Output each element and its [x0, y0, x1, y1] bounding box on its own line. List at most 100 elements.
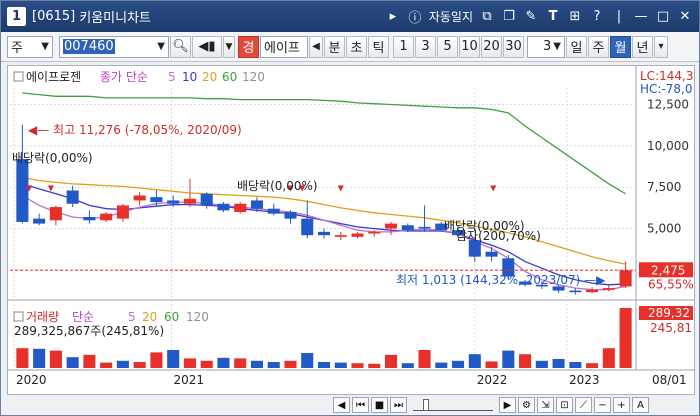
interval-10[interactable]: 10: [459, 35, 480, 58]
gear-icon: ⚙: [522, 399, 531, 411]
volume-ma-label: 단순: [72, 310, 94, 324]
candle-body: [100, 213, 113, 221]
legend-ma-period: 120: [242, 70, 265, 84]
zoom-slider[interactable]: [413, 399, 493, 411]
auto-icon: A: [637, 399, 644, 411]
grid-icon[interactable]: ⊞: [567, 9, 583, 25]
legend-ma-label: 종가 단순: [100, 70, 148, 84]
fit-icon: ⊡: [560, 399, 569, 411]
right-arrow-icon: ▶: [503, 399, 512, 411]
candle-body: [334, 235, 347, 237]
auto-lock-label[interactable]: 자동일지: [429, 8, 473, 25]
stock-code-value: 007460: [63, 39, 115, 54]
chart-toolbar: 주 ▼ 007460 ▼ 🔍︎ ◀▮ ▼ 경 에이프 ◀ 분 초 틱 1 3 5…: [1, 32, 699, 62]
period-day[interactable]: 일: [566, 35, 587, 58]
chevron-down-icon: ▼: [157, 41, 165, 52]
interval-30[interactable]: 30: [503, 35, 524, 58]
prev-stock-button[interactable]: ◀: [309, 35, 323, 58]
volume-bar: [167, 350, 180, 368]
more-options-button[interactable]: ▾: [654, 35, 668, 58]
volume-bar: [485, 361, 498, 368]
period-tick[interactable]: 틱: [368, 35, 389, 58]
volume-bar: [49, 350, 62, 368]
volume-bar: [116, 360, 129, 368]
volume-bar: [301, 353, 314, 368]
zoom-out-button[interactable]: −: [594, 397, 611, 413]
period-minute[interactable]: 분: [324, 35, 345, 58]
minus-icon: −: [598, 399, 607, 411]
period-year[interactable]: 년: [632, 35, 653, 58]
sound-button[interactable]: ◀▮: [192, 35, 222, 58]
candle-body: [284, 212, 297, 219]
help-icon[interactable]: ?: [589, 9, 605, 25]
candle-body: [133, 195, 146, 201]
interval-1[interactable]: 1: [393, 35, 414, 58]
market-select[interactable]: 주 ▼: [7, 35, 53, 58]
zoom-in-button[interactable]: +: [613, 397, 630, 413]
info-icon[interactable]: ⓘ: [407, 9, 423, 26]
text-tool-icon[interactable]: T: [545, 9, 561, 25]
volume-bar: [133, 362, 146, 368]
cursor-mode-button[interactable]: ⇲: [537, 397, 554, 413]
interval-20[interactable]: 20: [481, 35, 502, 58]
volume-bar: [586, 363, 599, 368]
date-tick-label: 2021: [174, 373, 205, 387]
draw-tool-icon[interactable]: ✎: [523, 9, 539, 25]
date-tick-label: 2023: [569, 373, 600, 387]
period-second[interactable]: 초: [346, 35, 367, 58]
slider-right-button[interactable]: ▶: [499, 397, 516, 413]
volume-bar: [317, 362, 331, 368]
candle-body: [418, 226, 431, 229]
candle-body: [586, 289, 599, 293]
last-page-button[interactable]: ⏭: [390, 397, 407, 413]
hc-label: HC:-78,0: [640, 82, 693, 96]
chart-area[interactable]: 12,500 10,000 7,500 5,000 2,475 65,55% LC:144,…: [7, 65, 695, 395]
volume-bar: [217, 357, 230, 368]
interval-3[interactable]: 3: [415, 35, 436, 58]
volume-ma-period: 5: [128, 310, 136, 324]
volume-bar: [83, 354, 96, 368]
period-month[interactable]: 월: [610, 35, 631, 58]
window-number-badge[interactable]: 1: [7, 7, 26, 26]
close-icon[interactable]: ✕: [677, 9, 693, 25]
volume-bar: [150, 352, 163, 368]
settings-button[interactable]: ⚙: [518, 397, 535, 413]
volume-bar: [435, 362, 448, 368]
candle-body: [552, 286, 565, 291]
stock-name-field[interactable]: 에이프: [260, 35, 308, 58]
price-tick-label: 5,000: [647, 222, 681, 236]
candle-body: [66, 190, 79, 204]
volume-ma-period: 120: [186, 310, 209, 324]
candle-body: [183, 198, 196, 204]
dividend-annotation: 배당락(0,00%): [237, 179, 318, 193]
interval-5[interactable]: 5: [437, 35, 458, 58]
volume-bar: [552, 359, 565, 368]
period-week[interactable]: 주: [588, 35, 609, 58]
first-page-button[interactable]: ⏮: [352, 397, 369, 413]
count-spinner[interactable]: 3 ▼: [527, 35, 565, 58]
volume-bar: [334, 362, 347, 368]
date-tick-label: 2022: [477, 373, 508, 387]
scroll-left-button[interactable]: ◀: [333, 397, 350, 413]
maximize-icon[interactable]: □: [655, 9, 671, 25]
warning-badge[interactable]: 경: [238, 35, 259, 58]
volume-bar: [66, 357, 79, 368]
volume-bar: [351, 363, 364, 368]
stop-button[interactable]: ■: [371, 397, 388, 413]
stock-code-input[interactable]: 007460 ▼: [59, 35, 169, 58]
volume-bar: [384, 354, 398, 368]
price-chart[interactable]: 12,500 10,000 7,500 5,000 2,47565,55% LC:144,…: [8, 66, 694, 394]
draw-line-button[interactable]: ⟋: [575, 397, 592, 413]
zoom-fit-button[interactable]: ⊡: [556, 397, 573, 413]
copy-icon[interactable]: ❐: [501, 9, 517, 25]
sound-menu-button[interactable]: ▼: [223, 35, 235, 58]
mini-chart-window: 1 [0615] 키움미니차트 ▸ ⓘ 자동일지 ⧉ ❐ ✎ T ⊞ ? | —…: [0, 0, 700, 416]
zoom-slider-thumb[interactable]: [423, 399, 429, 411]
search-button[interactable]: 🔍︎: [170, 35, 191, 58]
market-select-value: 주: [11, 41, 23, 56]
auto-scale-button[interactable]: A: [632, 397, 649, 413]
volume-bar: [468, 354, 481, 368]
minimize-icon[interactable]: —: [633, 9, 649, 25]
link-icon[interactable]: ⧉: [479, 9, 495, 25]
play-arrow-icon[interactable]: ▸: [385, 9, 401, 25]
